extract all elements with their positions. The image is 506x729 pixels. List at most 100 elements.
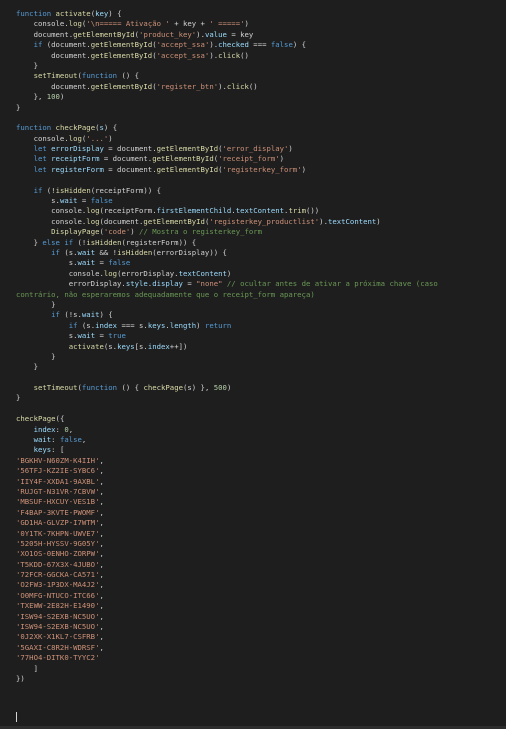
code-token: getElementById — [152, 154, 214, 164]
code-line: setTimeout(function () { — [16, 71, 502, 81]
code-line: 'BGKHV-N60ZM-K4IIH', — [16, 456, 502, 466]
code-token: false — [108, 258, 131, 268]
code-token: () — [248, 81, 258, 91]
code-token: ) — [376, 216, 381, 226]
code-token: registerForm — [51, 164, 104, 174]
code-token: '72FCR-GGCKA-CA571' — [16, 570, 100, 580]
code-token: '\n===== Ativação ' — [86, 19, 170, 29]
code-token: ) — [301, 164, 306, 174]
code-token: console. — [16, 133, 69, 143]
code-token: "none" — [196, 279, 223, 289]
code-token: ). — [319, 216, 328, 226]
code-token: 'ISW94-S2EXB-NC5UO' — [16, 622, 100, 632]
code-token: '56TFJ-KZ2IE-SYBC6' — [16, 466, 100, 476]
code-line: '0J2XK-X1KL7-CSFRB', — [16, 632, 502, 642]
code-token: index — [147, 341, 170, 351]
code-token: setTimeout — [33, 383, 78, 393]
code-token: if — [16, 40, 47, 50]
code-line: console.log('...') — [16, 134, 502, 144]
code-token: , — [99, 476, 104, 486]
code-line: '56TFJ-KZ2IE-SYBC6', — [16, 466, 502, 476]
code-token: ). — [218, 81, 227, 91]
code-token: keys — [117, 341, 135, 351]
code-token: ) — [108, 133, 113, 143]
code-line: if (s.index === s.keys.length) return — [16, 321, 502, 331]
code-token: , — [99, 601, 104, 611]
code-token: log — [103, 268, 118, 278]
code-token: 'registerkey_productlist' — [209, 216, 320, 226]
code-line: console.log(document.getElementById('reg… — [16, 217, 502, 227]
code-token: 'F4BAP-3KVTE-PWOMF' — [16, 507, 100, 517]
code-token: '5GAXI-C8R2H-WDRSF' — [16, 642, 100, 652]
code-token: document. — [16, 81, 91, 91]
code-token: 'GD1HA-GLVZP-I7WTM' — [16, 518, 100, 528]
code-line: document.getElementById('register_btn').… — [16, 82, 502, 92]
code-token: (s. — [81, 320, 96, 330]
code-token: , — [99, 455, 104, 465]
code-token: log — [86, 216, 100, 226]
code-token: key — [95, 9, 109, 18]
code-token: (!s. — [64, 310, 82, 320]
code-token: log — [68, 19, 82, 29]
code-token: getElementById — [90, 81, 153, 91]
code-token: (s. — [64, 247, 78, 257]
code-line: activate(s.keys[s.index++]) — [16, 342, 502, 352]
text-cursor — [16, 712, 17, 722]
code-line: } — [16, 393, 502, 403]
code-line: '5205H-HYSSV-9G05Y', — [16, 539, 502, 549]
code-token: ) — [226, 383, 232, 393]
code-token: (s. — [103, 341, 118, 351]
code-line: wait: false, — [16, 435, 502, 445]
code-token: getElementById — [90, 50, 153, 60]
code-token: = key — [226, 29, 254, 39]
code-token: === s. — [117, 320, 148, 330]
code-token: , — [99, 538, 104, 548]
code-line: errorDisplay.style.display = "none" // o… — [16, 279, 502, 289]
code-token: (registerForm)) { — [121, 237, 197, 247]
code-token: ) — [196, 320, 205, 330]
code-token: getElementById — [90, 40, 153, 50]
code-token: wait — [77, 247, 96, 257]
code-line: }, 100) — [16, 92, 502, 102]
code-token: getElementById — [156, 144, 219, 154]
code-token: ] — [16, 663, 38, 673]
code-line: console.log('\n===== Ativação ' + key + … — [16, 19, 502, 29]
code-token: (receiptForm. — [99, 206, 157, 216]
code-token: function — [16, 123, 56, 133]
code-token: 'registerkey_form' — [222, 164, 302, 174]
code-line: ] — [16, 664, 502, 674]
code-token: false — [270, 40, 293, 50]
code-token: document. — [16, 50, 91, 60]
code-token: function — [16, 9, 56, 18]
code-area[interactable]: function activate(key) { console.log('\n… — [16, 9, 502, 684]
code-token: wait — [77, 258, 96, 268]
code-editor[interactable]: function activate(key) { console.log('\n… — [0, 0, 506, 729]
code-token: , — [99, 590, 104, 600]
code-token: isHidden — [55, 185, 91, 195]
code-token: === — [248, 40, 271, 50]
code-token: = document. — [103, 144, 157, 154]
code-token: index — [95, 320, 118, 330]
code-line: 'ISW94-S2EXB-NC5UO', — [16, 622, 502, 632]
code-token: true — [108, 331, 126, 341]
code-line: if (!isHidden(receiptForm)) { — [16, 186, 502, 196]
code-line: 'IIY4F-XXDA1-9AXBL', — [16, 477, 502, 487]
code-token: = document. — [99, 154, 153, 164]
code-token: && ! — [95, 247, 118, 257]
code-token: (s) }, — [182, 383, 214, 393]
code-token: wait — [33, 435, 52, 445]
code-line: 'O2FW3-1P3DX-MA4J2', — [16, 580, 502, 590]
code-token: log — [86, 206, 100, 216]
code-token: , — [99, 528, 104, 538]
code-token: 'RUJGT-N31VR-7CBVW' — [16, 486, 100, 496]
code-token: , — [99, 622, 104, 632]
code-token: (receiptForm)) { — [90, 185, 162, 195]
code-token: isHidden — [117, 247, 153, 257]
code-line: document.getElementById('product_key').v… — [16, 30, 502, 40]
code-token: = — [77, 196, 91, 206]
code-token: 'T5KDD-67X3X-4JUBO' — [16, 559, 100, 569]
